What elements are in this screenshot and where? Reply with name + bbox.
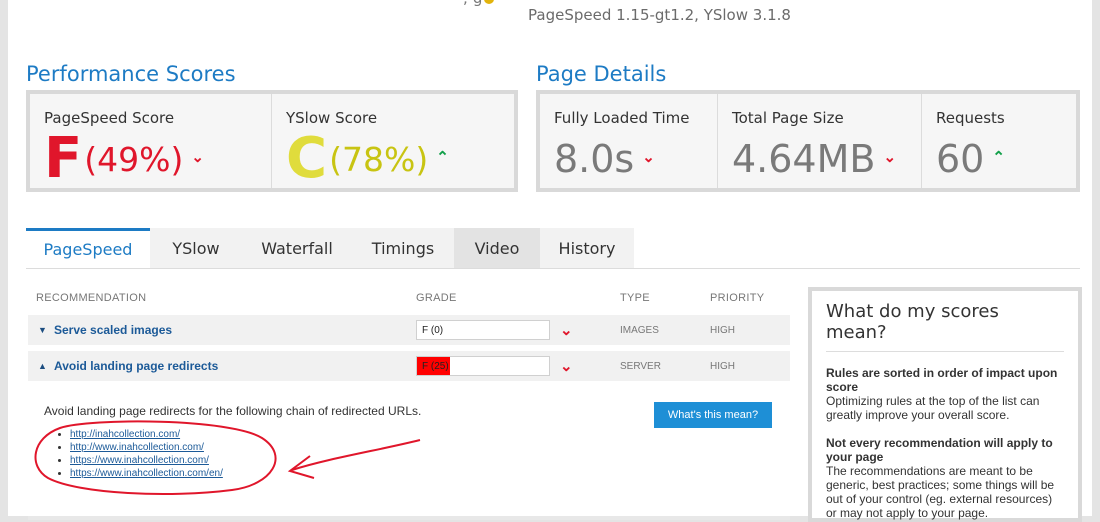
col-header-recommendation: RECOMMENDATION	[36, 292, 147, 304]
status-dot-icon	[484, 0, 495, 4]
recommendation-type: SERVER	[620, 360, 661, 372]
scores-help-title: What do my scores mean?	[826, 301, 1064, 352]
redirect-url-list: http://inahcollection.com/ http://www.in…	[56, 428, 223, 480]
recommendation-priority: HIGH	[710, 360, 735, 372]
redirect-url-link[interactable]: http://www.inahcollection.com/	[70, 442, 204, 453]
detail-description: Avoid landing page redirects for the fol…	[44, 404, 422, 418]
col-header-priority: PRIORITY	[710, 292, 765, 304]
recommendation-name[interactable]: Avoid landing page redirects	[54, 359, 218, 373]
yslow-score-cell: YSlow Score C (78%) ⌃	[272, 94, 514, 188]
scores-help-box: What do my scores mean? Rules are sorted…	[808, 287, 1082, 522]
pagespeed-score-label: PageSpeed Score	[44, 109, 175, 127]
header-cut-label: ; g	[463, 0, 482, 7]
redirect-url-link[interactable]: https://www.inahcollection.com/en/	[70, 468, 223, 479]
grade-bar: F (0)	[416, 320, 550, 340]
recommendation-name[interactable]: Serve scaled images	[54, 323, 172, 337]
report-tabs: PageSpeed YSlow Waterfall Timings Video …	[26, 228, 1080, 269]
test-versions: PageSpeed 1.15-gt1.2, YSlow 3.1.8	[528, 6, 791, 24]
load-time-label: Fully Loaded Time	[554, 109, 690, 127]
redirect-url-link[interactable]: https://www.inahcollection.com/	[70, 455, 209, 466]
page-details-box: Fully Loaded Time 8.0s ⌄ Total Page Size…	[536, 90, 1080, 192]
load-time-cell: Fully Loaded Time 8.0s ⌄	[540, 94, 718, 188]
list-item: https://www.inahcollection.com/en/	[70, 467, 223, 480]
requests-value: 60	[936, 137, 985, 181]
chevron-up-icon: ⌃	[992, 149, 1005, 166]
tab-video[interactable]: Video	[454, 228, 540, 268]
performance-scores-title: Performance Scores	[26, 62, 236, 86]
list-item: http://www.inahcollection.com/	[70, 441, 223, 454]
chevron-down-icon: ⌄	[883, 149, 897, 166]
page: ; g PageSpeed 1.15-gt1.2, YSlow 3.1.8 Pe…	[8, 0, 1092, 522]
list-item: https://www.inahcollection.com/	[70, 454, 223, 467]
tab-waterfall[interactable]: Waterfall	[242, 228, 352, 268]
scores-help-text: Optimizing rules at the top of the list …	[826, 394, 1040, 422]
page-details-title: Page Details	[536, 62, 667, 86]
recommendation-row[interactable]: ▲ Avoid landing page redirects F (25) ⌄ …	[28, 351, 790, 381]
whats-this-mean-button[interactable]: What's this mean?	[654, 402, 772, 428]
tab-yslow[interactable]: YSlow	[150, 228, 242, 268]
col-header-type: TYPE	[620, 292, 650, 304]
col-header-grade: GRADE	[416, 292, 457, 304]
tab-timings[interactable]: Timings	[352, 228, 454, 268]
chevron-down-icon: ⌄	[560, 322, 573, 339]
recommendation-type: IMAGES	[620, 324, 659, 336]
grade-text: F (0)	[422, 324, 444, 336]
pagespeed-percent: (49%)	[84, 139, 184, 179]
pagespeed-score-cell: PageSpeed Score F (49%) ⌄	[30, 94, 272, 188]
yslow-score-label: YSlow Score	[286, 109, 378, 127]
page-size-cell: Total Page Size 4.64MB ⌄	[718, 94, 922, 188]
performance-scores-box: PageSpeed Score F (49%) ⌄ YSlow Score C …	[26, 90, 518, 192]
page-size-label: Total Page Size	[732, 109, 844, 127]
yslow-percent: (78%)	[329, 139, 429, 179]
recommendation-row[interactable]: ▼ Serve scaled images F (0) ⌄ IMAGES HIG…	[28, 315, 790, 345]
chevron-down-icon: ⌄	[560, 358, 573, 375]
triangle-up-icon: ▲	[38, 361, 47, 371]
header-cut-text: ; g	[463, 0, 495, 7]
scores-help-heading: Not every recommendation will apply to y…	[826, 436, 1053, 464]
chevron-up-icon: ⌃	[436, 149, 449, 166]
yslow-grade: C	[286, 126, 328, 191]
recommendation-detail: Avoid landing page redirects for the fol…	[28, 388, 790, 520]
redirect-url-link[interactable]: http://inahcollection.com/	[70, 429, 180, 440]
load-time-value: 8.0s	[554, 137, 635, 181]
tab-history[interactable]: History	[540, 228, 634, 268]
chevron-down-icon: ⌄	[191, 149, 204, 166]
scores-help-heading: Rules are sorted in order of impact upon…	[826, 366, 1058, 394]
list-item: http://inahcollection.com/	[70, 428, 223, 441]
tab-pagespeed[interactable]: PageSpeed	[26, 228, 150, 268]
recommendation-priority: HIGH	[710, 324, 735, 336]
grade-bar: F (25)	[416, 356, 550, 376]
requests-cell: Requests 60 ⌃	[922, 94, 1076, 188]
pagespeed-grade: F	[44, 126, 83, 191]
chevron-down-icon: ⌄	[642, 149, 655, 166]
grade-text: F (25)	[422, 360, 449, 372]
requests-label: Requests	[936, 109, 1005, 127]
scores-help-text: The recommendations are meant to be gene…	[826, 464, 1055, 520]
triangle-down-icon: ▼	[38, 325, 47, 335]
page-size-value: 4.64MB	[732, 137, 876, 181]
